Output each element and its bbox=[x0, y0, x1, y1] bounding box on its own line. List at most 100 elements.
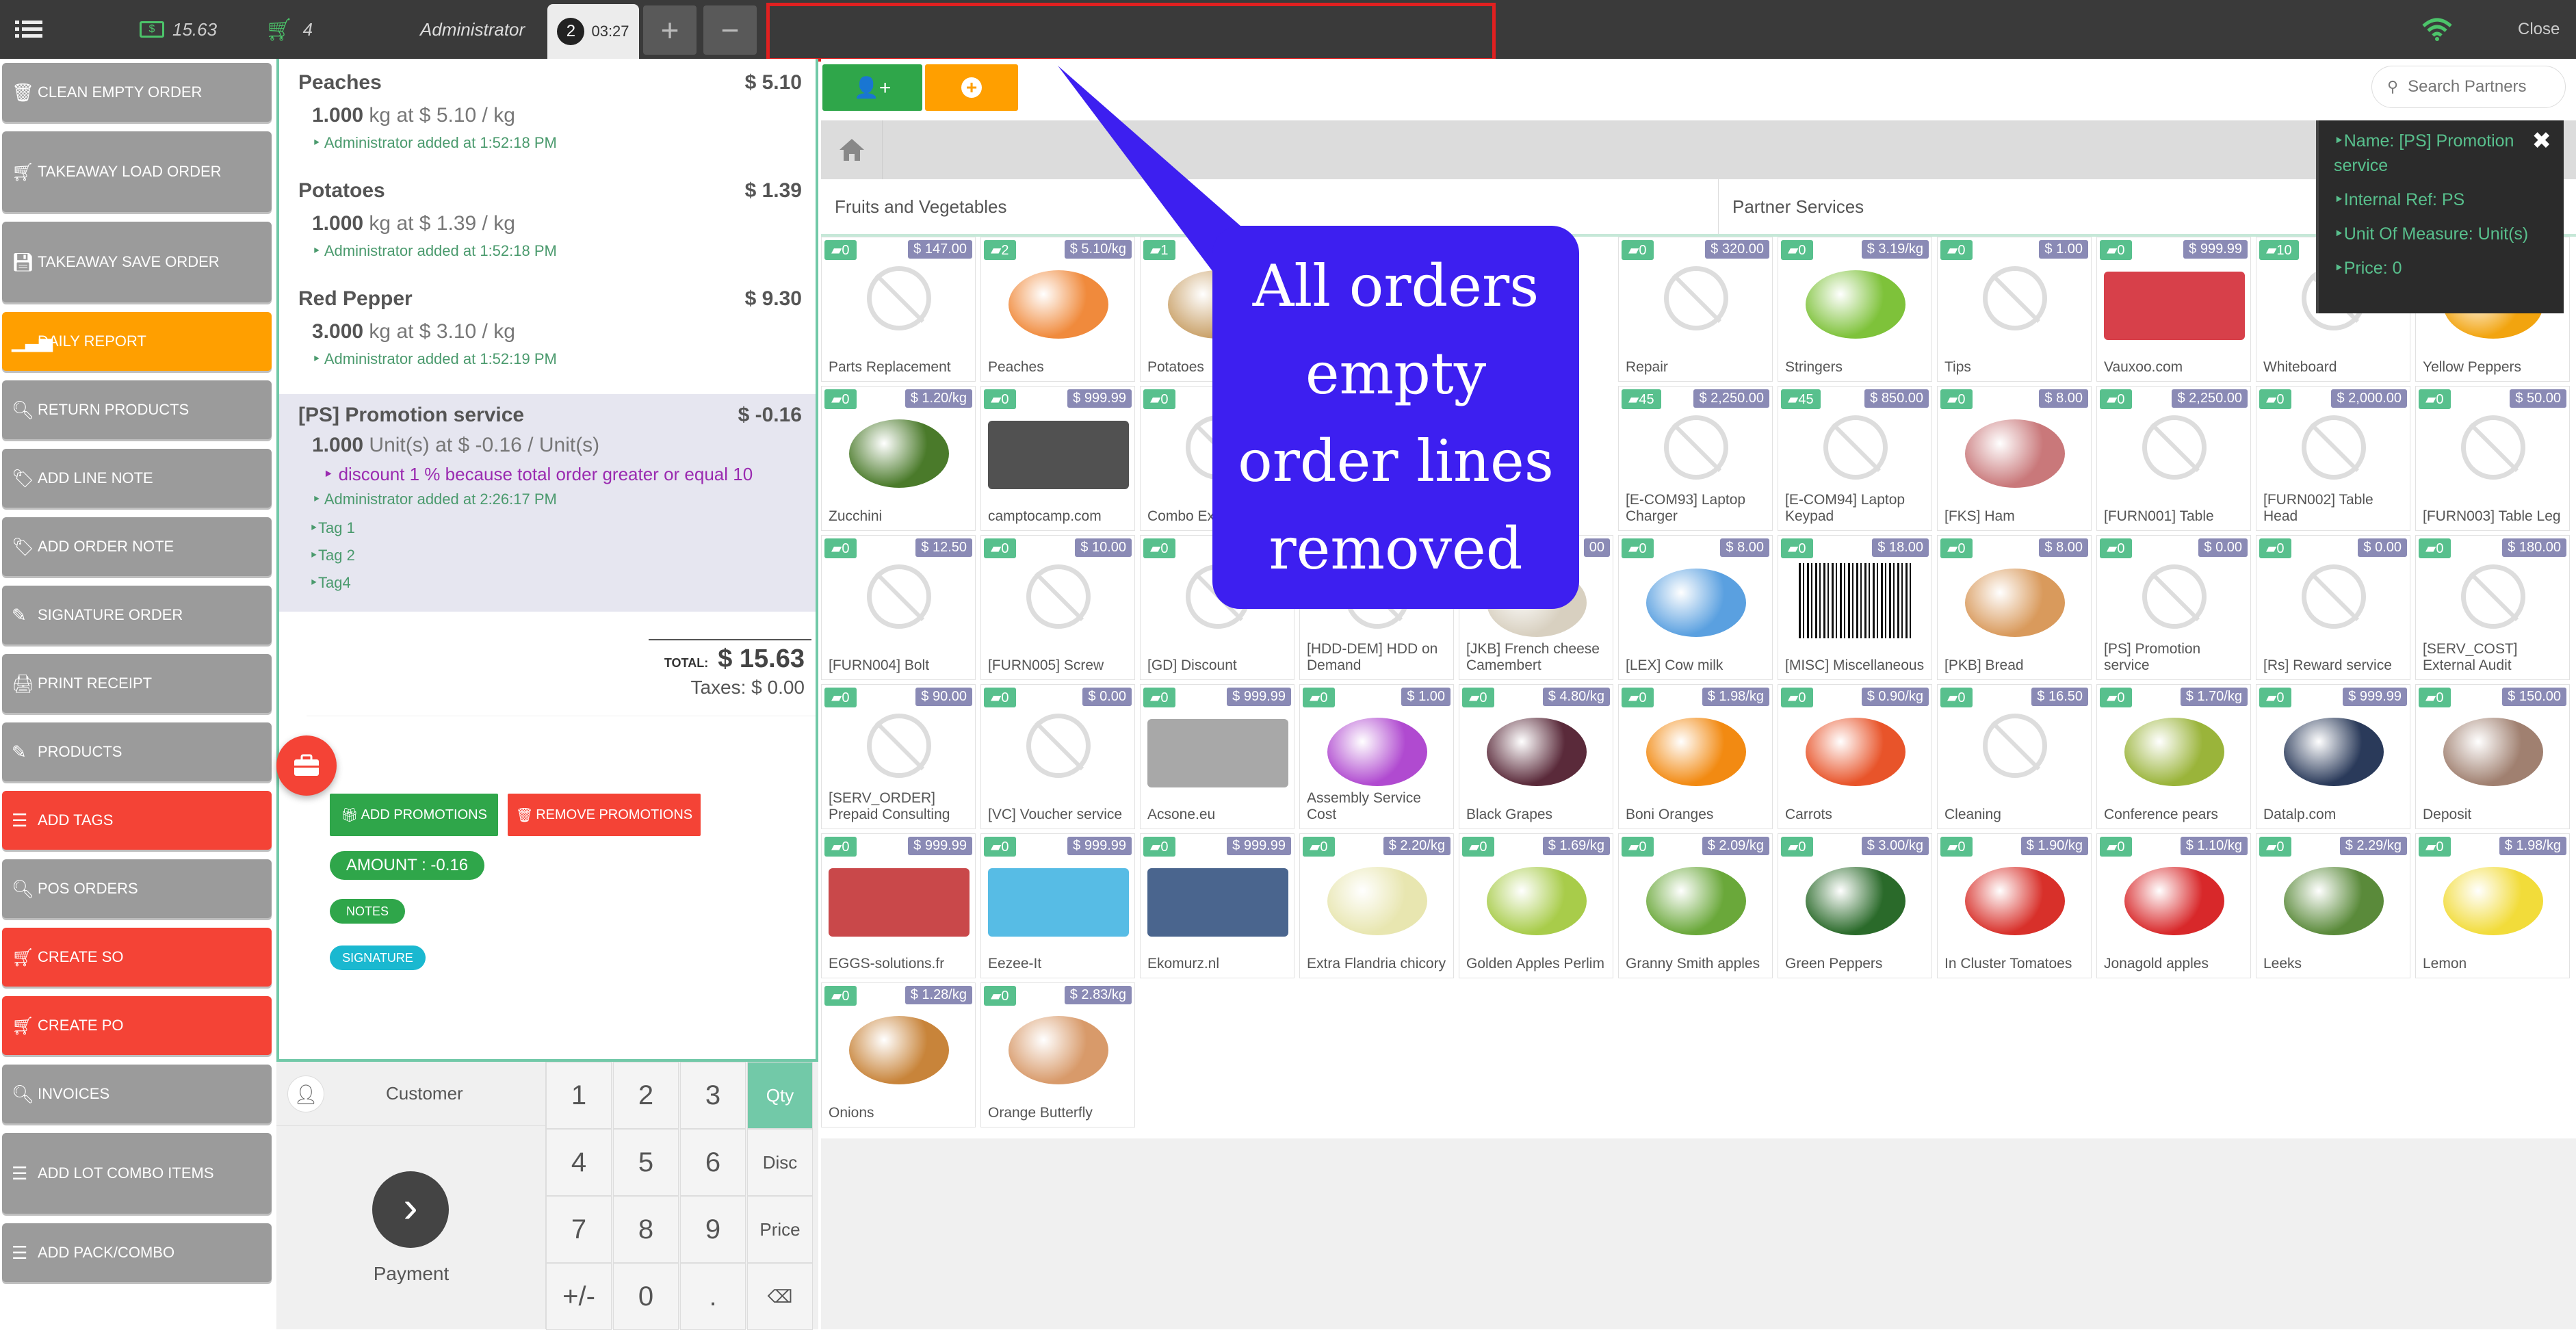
product-card[interactable]: ▰0 $ 2.09/kg Granny Smith apples bbox=[1618, 833, 1773, 978]
toolbox-button[interactable] bbox=[276, 735, 337, 796]
product-card[interactable]: ▰1 Potatoes bbox=[1140, 237, 1294, 382]
menu-button-return-products[interactable]: 🔍︎ RETURN PRODUCTS bbox=[2, 380, 272, 439]
user-name[interactable]: Administrator bbox=[420, 0, 525, 59]
product-card[interactable]: ▰0 $ 8.00 [LEX] Cow milk bbox=[1618, 535, 1773, 680]
remove-promotions-button[interactable]: 🗑︎ REMOVE PROMOTIONS bbox=[508, 794, 701, 836]
product-card[interactable]: ▰0 $ 0.00 [VC] Voucher service bbox=[980, 684, 1135, 829]
signature-badge[interactable]: SIGNATURE bbox=[330, 946, 426, 970]
product-card[interactable]: ▰0 $ 16.50 Cleaning bbox=[1937, 684, 2092, 829]
product-card[interactable]: ▰0 $ 0.90/kg Carrots bbox=[1778, 684, 1932, 829]
menu-button-takeaway-load-order[interactable]: 🛒︎ TAKEAWAY LOAD ORDER bbox=[2, 131, 272, 212]
product-card[interactable]: [HDD-DEM] HDD on Demand bbox=[1299, 535, 1454, 680]
menu-button-invoices[interactable]: 🔍︎ INVOICES bbox=[2, 1065, 272, 1123]
product-card[interactable]: ▰45 $ 2,250.00 [E-COM93] Laptop Charger bbox=[1618, 386, 1773, 531]
category-fruits-vegetables[interactable]: Fruits and Vegetables bbox=[821, 179, 1719, 234]
product-card[interactable]: ▰0 $ 8.00 [FKS] Ham bbox=[1937, 386, 2092, 531]
numpad-key[interactable]: 6 bbox=[680, 1129, 746, 1196]
menu-icon[interactable] bbox=[15, 0, 45, 59]
menu-button-add-lot-combo-items[interactable]: ☰ ADD LOT COMBO ITEMS bbox=[2, 1133, 272, 1214]
customer-button[interactable]: 👤︎ Customer bbox=[276, 1062, 546, 1126]
menu-button-takeaway-save-order[interactable]: 💾︎ TAKEAWAY SAVE ORDER bbox=[2, 222, 272, 302]
numpad-key[interactable]: . bbox=[680, 1263, 746, 1330]
line-tag[interactable]: ‣Tag 2 bbox=[309, 547, 802, 564]
order-line[interactable]: Peaches $ 5.10 1.000 kg at $ 5.10 / kg ‣… bbox=[279, 71, 816, 152]
close-button[interactable]: Close bbox=[2518, 0, 2560, 59]
menu-button-add-order-note[interactable]: 🏷︎ ADD ORDER NOTE bbox=[2, 517, 272, 576]
product-card[interactable]: ▰45 $ 850.00 [E-COM94] Laptop Keypad bbox=[1778, 386, 1932, 531]
product-card[interactable]: ▰0 $ 1.69/kg Golden Apples Perlim bbox=[1459, 833, 1613, 978]
product-card[interactable]: ▰0 $ 4.80/kg Black Grapes bbox=[1459, 684, 1613, 829]
product-card[interactable]: ▰0 [GD] Discount bbox=[1140, 535, 1294, 680]
product-card[interactable]: ▰0 $ 1.70/kg Conference pears bbox=[2096, 684, 2251, 829]
product-card[interactable]: ▰0 $ 0.00 [Rs] Reward service bbox=[2256, 535, 2410, 680]
product-card[interactable]: ▰0 $ 999.99 Ekomurz.nl bbox=[1140, 833, 1294, 978]
numpad-key[interactable]: 7 bbox=[546, 1196, 612, 1263]
menu-button-create-po[interactable]: 🛒︎ CREATE PO bbox=[2, 996, 272, 1055]
product-card[interactable]: ▰0 $ 320.00 Repair bbox=[1618, 237, 1773, 382]
line-tag[interactable]: ‣Tag 1 bbox=[309, 519, 802, 537]
menu-button-add-line-note[interactable]: 🏷︎ ADD LINE NOTE bbox=[2, 449, 272, 508]
order-tab[interactable]: 2 03:27 bbox=[547, 4, 639, 59]
payment-button[interactable]: › Payment bbox=[276, 1126, 546, 1329]
cash-indicator[interactable]: $ 15.63 bbox=[140, 0, 217, 59]
notes-badge[interactable]: NOTES bbox=[330, 899, 405, 924]
product-card[interactable]: ▰0 $ 999.99 Datalp.com bbox=[2256, 684, 2410, 829]
numpad-key[interactable]: 1 bbox=[546, 1062, 612, 1129]
numpad-key[interactable]: Qty bbox=[747, 1062, 813, 1129]
category-partner-services[interactable]: Partner Services bbox=[1719, 179, 2334, 234]
search-partners-field[interactable]: ⚲ bbox=[2371, 66, 2566, 108]
product-card[interactable]: ▰2 $ 5.10/kg Peaches bbox=[980, 237, 1135, 382]
numpad-key[interactable]: Disc bbox=[747, 1129, 813, 1196]
home-icon[interactable] bbox=[821, 120, 883, 179]
add-promotions-button[interactable]: 🎁︎ ADD PROMOTIONS bbox=[330, 794, 498, 836]
numpad-key[interactable]: +/- bbox=[546, 1263, 612, 1330]
product-card[interactable]: ▰0 $ 1.20/kg Zucchini bbox=[821, 386, 976, 531]
line-tag[interactable]: ‣Tag4 bbox=[309, 574, 802, 592]
product-card[interactable]: ▰0 $ 8.00 [PKB] Bread bbox=[1937, 535, 2092, 680]
add-product-button[interactable]: + bbox=[925, 64, 1018, 111]
product-card[interactable]: ▰0 $ 1.00 Assembly Service Cost bbox=[1299, 684, 1454, 829]
product-card[interactable]: ▰0 $ 2.20/kg Extra Flandria chicory bbox=[1299, 833, 1454, 978]
product-card[interactable]: ▰0 $ 18.00 [MISC] Miscellaneous bbox=[1778, 535, 1932, 680]
product-card[interactable]: ▰0 $ 90.00 [SERV_ORDER] Prepaid Consulting bbox=[821, 684, 976, 829]
product-card[interactable]: ▰0 $ 1.10/kg Jonagold apples bbox=[2096, 833, 2251, 978]
product-card[interactable]: ▰0 $ 10.00 [FURN005] Screw bbox=[980, 535, 1135, 680]
numpad-key[interactable]: 9 bbox=[680, 1196, 746, 1263]
product-card[interactable]: ▰0 $ 2.83/kg Orange Butterfly bbox=[980, 982, 1135, 1127]
order-line[interactable]: Red Pepper $ 9.30 3.000 kg at $ 3.10 / k… bbox=[279, 287, 816, 368]
product-card[interactable]: ▰0 $ 999.99 Eezee-It bbox=[980, 833, 1135, 978]
menu-button-add-pack-combo[interactable]: ☰ ADD PACK/COMBO bbox=[2, 1223, 272, 1282]
add-order-button[interactable]: + bbox=[643, 5, 697, 55]
product-card[interactable]: ▰0 $ 1.98/kg Lemon bbox=[2415, 833, 2570, 978]
product-card[interactable]: ▰0 $ 1.98/kg Boni Oranges bbox=[1618, 684, 1773, 829]
product-card[interactable]: ▰0 $ 999.99 camptocamp.com bbox=[980, 386, 1135, 531]
cart-indicator[interactable]: 🛒︎ 4 bbox=[265, 0, 313, 59]
product-card[interactable]: ▰0 $ 3.00/kg Green Peppers bbox=[1778, 833, 1932, 978]
product-card[interactable]: ▰0 $ 12.50 [FURN004] Bolt bbox=[821, 535, 976, 680]
order-line-selected[interactable]: [PS] Promotion service $ -0.16 1.000 Uni… bbox=[279, 394, 816, 612]
menu-button-daily-report[interactable]: ▁▃▅ DAILY REPORT bbox=[2, 312, 272, 371]
product-card[interactable]: ▰0 $ 3.19/kg Stringers bbox=[1778, 237, 1932, 382]
product-card[interactable]: ▰0 $ 1.28/kg Onions bbox=[821, 982, 976, 1127]
product-card[interactable]: ▰0 $ 999.99 EGGS-solutions.fr bbox=[821, 833, 976, 978]
product-card[interactable]: ▰0 $ 2,250.00 [FURN001] Table bbox=[2096, 386, 2251, 531]
numpad-key[interactable]: 8 bbox=[613, 1196, 679, 1263]
menu-button-add-tags[interactable]: ☰ ADD TAGS bbox=[2, 791, 272, 850]
product-card[interactable]: 00 [JKB] French cheese Camembert bbox=[1459, 535, 1613, 680]
numpad-key[interactable]: 2 bbox=[613, 1062, 679, 1129]
product-card[interactable]: ▰0 $ 999.99 Acsone.eu bbox=[1140, 684, 1294, 829]
numpad-key[interactable]: ⌫ bbox=[747, 1263, 813, 1330]
product-card[interactable]: ▰0 $ 999.99 Vauxoo.com bbox=[2096, 237, 2251, 382]
menu-button-pos-orders[interactable]: 🔍︎ POS ORDERS bbox=[2, 859, 272, 918]
product-card[interactable]: ▰0 $ 0.00 [PS] Promotion service bbox=[2096, 535, 2251, 680]
menu-button-products[interactable]: ✎ PRODUCTS bbox=[2, 722, 272, 781]
product-card[interactable]: ▰0 $ 1.90/kg In Cluster Tomatoes bbox=[1937, 833, 2092, 978]
order-line[interactable]: Potatoes $ 1.39 1.000 kg at $ 1.39 / kg … bbox=[279, 179, 816, 260]
remove-order-button[interactable]: − bbox=[703, 5, 757, 55]
search-input[interactable] bbox=[2408, 77, 2545, 96]
menu-button-create-so[interactable]: 🛒︎ CREATE SO bbox=[2, 928, 272, 987]
numpad-key[interactable]: 4 bbox=[546, 1129, 612, 1196]
product-card[interactable]: ▰0 $ 150.00 Deposit bbox=[2415, 684, 2570, 829]
numpad-key[interactable]: 3 bbox=[680, 1062, 746, 1129]
product-card[interactable]: ▰0 $ 50.00 [FURN003] Table Leg bbox=[2415, 386, 2570, 531]
